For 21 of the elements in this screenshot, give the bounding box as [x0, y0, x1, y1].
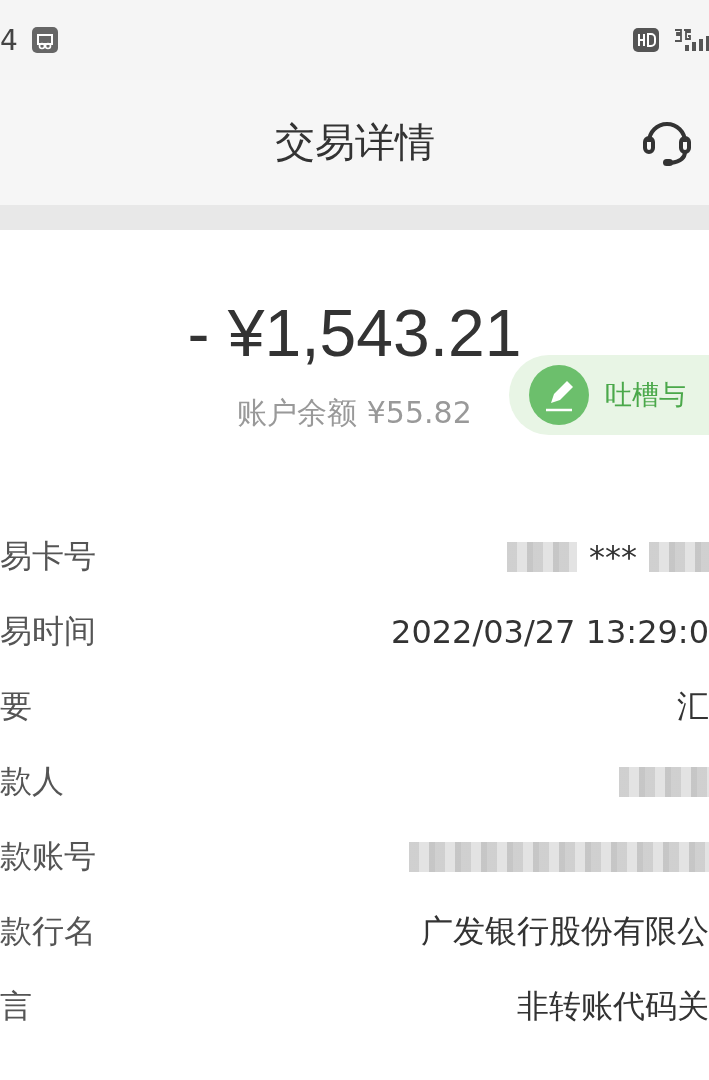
detail-label: 易时间 — [0, 610, 96, 652]
status-time: 4 — [0, 23, 18, 57]
detail-value: 广发银行股份有限公 — [421, 910, 709, 952]
detail-label: 款账号 — [0, 835, 96, 877]
detail-label: 要 — [0, 685, 32, 727]
detail-label: 款人 — [0, 760, 64, 802]
detail-value: 非转账代码关 — [517, 985, 709, 1027]
blurred-text — [649, 541, 709, 572]
page-title: 交易详情 — [274, 118, 435, 167]
blurred-text — [507, 541, 577, 572]
detail-label: 款行名 — [0, 910, 96, 952]
feedback-button[interactable]: 吐槽与 — [509, 355, 709, 435]
detail-value: 汇 — [677, 685, 709, 727]
detail-label: 易卡号 — [0, 535, 96, 577]
pencil-icon — [529, 365, 589, 425]
signal-icon — [673, 27, 709, 53]
detail-value: *** — [589, 537, 637, 576]
detail-label: 言 — [0, 985, 32, 1027]
hd-icon — [633, 28, 659, 52]
detail-value: 2022/03/27 13:29:0 — [391, 612, 709, 651]
account-balance: 账户余额 ¥55.82 — [237, 394, 472, 432]
